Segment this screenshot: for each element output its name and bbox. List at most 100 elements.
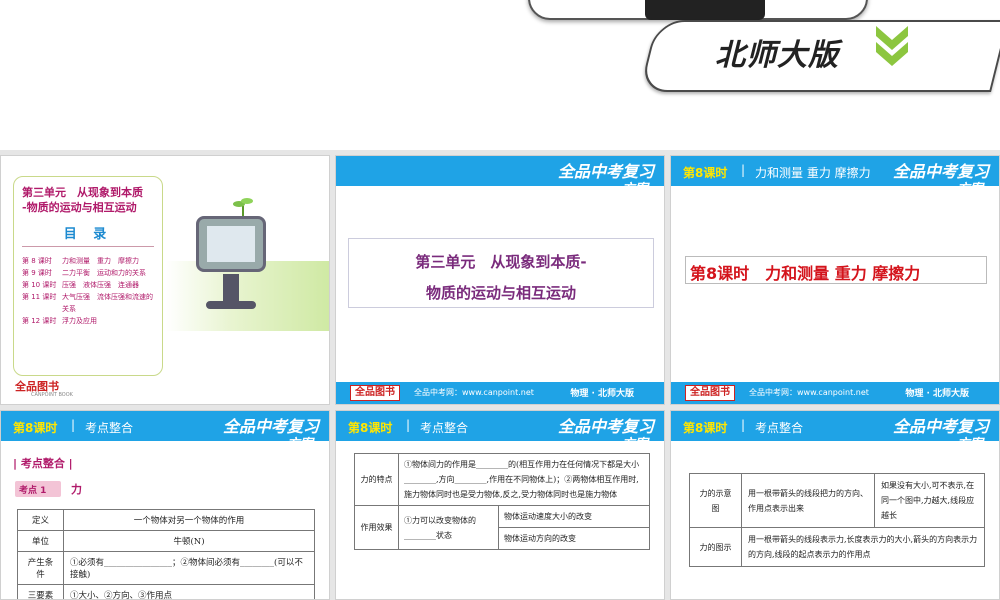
unit-title-line2: 物质的运动与相互运动 — [425, 284, 576, 302]
canpoint-logo-sub: CANPOINT BOOK — [31, 392, 73, 398]
separator: | — [406, 418, 411, 432]
slide-thumbnail-1[interactable]: 第三单元 从现象到本质 -物质的运动与相互运动 目 录 第 8 课时 力和测量 重… — [0, 155, 330, 405]
top-header: 北师大版 — [0, 0, 1000, 150]
unit-title-line1: 第三单元 从现象到本质 — [22, 186, 143, 199]
toc-item[interactable]: 第 9 课时 二力平衡 运动和力的关系 — [22, 267, 154, 279]
toc-item[interactable]: 第 10 课时 压强 液体压强 连通器 — [22, 279, 154, 291]
toc-item-text: 大气压强 流体压强和流速的关系 — [62, 293, 153, 313]
footer-edition: 物理 · 北师大版 — [570, 389, 634, 399]
footer-site: 全品中考网：www.canpoint.net — [749, 388, 869, 397]
toc-item-text: 浮力及应用 — [62, 317, 97, 325]
unit-title-line2: -物质的运动与相互运动 — [22, 201, 137, 214]
page: 北师大版 第三单元 从现象到本质 -物质的运动与相互运动 目 录 第 8 课时力… — [0, 0, 1000, 600]
brand-sub: 方案 — [286, 437, 313, 452]
lesson-label: 第8课时 — [683, 166, 728, 180]
slide-header-bar: 第8课时 | 考点整合 全品中考复习 方案 — [671, 411, 999, 452]
slide-footer: 全品图书 全品中考网：www.canpoint.net 物理 · 北师大版 — [671, 382, 999, 404]
table-key: 单位 — [17, 530, 64, 552]
definition-table: 定义 一个物体对另一个物体的作用 单位 牛顿(N) 产生条件 ①必须有________… — [17, 509, 315, 599]
key-point-badge: 考点 1 — [15, 481, 61, 497]
separator: | — [741, 163, 746, 177]
unit-title-line1: 第三单元 从现象到本质- — [415, 253, 587, 271]
slide-thumbnail-4[interactable]: 第8课时 | 考点整合 全品中考复习 方案 | 考点整合 | 考点 1 力 定义… — [0, 410, 330, 600]
toc-panel: 第三单元 从现象到本质 -物质的运动与相互运动 目 录 第 8 课时 力和测量 重… — [13, 176, 163, 376]
table-value: 牛顿(N) — [63, 530, 315, 552]
table-value: ①大小、②方向、③作用点 — [63, 584, 315, 599]
lesson-title: 第8课时 力和测量 重力 摩擦力 — [685, 256, 987, 284]
topic-label: 考点整合 — [85, 421, 134, 435]
canpoint-logo: 全品图书 — [350, 385, 400, 401]
force-properties-table: 力的特点 ①物体间力的作用是________的(相互作用力在任何情况下都是大小_… — [354, 453, 650, 550]
toc-item-text: 力和测量 重力 摩擦力 — [62, 257, 139, 265]
title-banner — [528, 0, 868, 20]
table-row: 定义 一个物体对另一个物体的作用 — [17, 509, 315, 531]
brand-sub: 方案 — [956, 182, 983, 197]
force-diagram-table: 力的示意图 用一根带箭头的线段把力的方向、作用点表示出来 如果没有大小,可不表示… — [689, 473, 985, 567]
topic-label: 考点整合 — [755, 421, 804, 435]
table-value: 如果没有大小,可不表示,在同一个图中,力越大,线段应越长 — [874, 473, 985, 528]
table-row: 单位 牛顿(N) — [17, 530, 315, 552]
title-banner-graphic — [645, 0, 765, 20]
table-row: 产生条件 ①必须有________________；②物体间必须有________… — [17, 551, 315, 585]
tv-screen — [207, 226, 255, 262]
brand-sub: 方案 — [956, 437, 983, 452]
double-chevron-down-icon — [876, 26, 908, 66]
sprout-icon — [233, 198, 253, 218]
slide-header-bar: 第8课时 | 考点整合 全品中考复习 方案 — [336, 411, 664, 452]
lesson-label: 第8课时 — [683, 421, 728, 435]
table-row: 作用效果 ①力可以改变物体的________状态 物体运动速度大小的改变 — [354, 505, 650, 550]
brand-sub: 方案 — [621, 437, 648, 452]
table-row: 力的特点 ①物体间力的作用是________的(相互作用力在任何情况下都是大小_… — [354, 453, 650, 506]
divider — [22, 246, 154, 247]
tv-stand — [223, 274, 239, 302]
key-point-name: 力 — [71, 483, 82, 496]
toc-item[interactable]: 第 12 课时 浮力及应用 — [22, 315, 154, 327]
separator: | — [71, 418, 76, 432]
toc-item-num: 第 12 课时 — [22, 317, 57, 325]
table-row: 力的图示 用一根带箭头的线段表示力,长度表示力的大小,箭头的方向表示力的方向,线… — [689, 527, 985, 567]
toc-item-num: 第 8 课时 — [22, 257, 52, 265]
table-value: 物体运动方向的改变 — [498, 527, 650, 550]
slide-footer: 全品图书 全品中考网：www.canpoint.net 物理 · 北师大版 — [336, 382, 664, 404]
table-value: ①必须有________________；②物体间必须有________(可以不… — [63, 551, 315, 585]
table-key: 力的示意图 — [689, 473, 742, 528]
table-row: 三要素 ①大小、②方向、③作用点 — [17, 584, 315, 599]
slide-header-bar: 第8课时 | 考点整合 全品中考复习 方案 — [1, 411, 329, 452]
toc-heading: 目 录 — [63, 227, 113, 242]
slide-thumbnail-6[interactable]: 第8课时 | 考点整合 全品中考复习 方案 力的示意图 用一根带箭头的线段把力的… — [670, 410, 1000, 600]
toc-item[interactable]: 第 11 课时 大气压强 流体压强和流速的关系 — [22, 291, 154, 315]
slide-header-bar: 第8课时 | 力和测量 重力 摩擦力 全品中考复习 方案 — [671, 156, 999, 197]
lesson-label: 第8课时 — [348, 421, 393, 435]
toc-item-num: 第 11 课时 — [22, 293, 57, 301]
canpoint-logo: 全品图书 — [685, 385, 735, 401]
table-value: ①力可以改变物体的________状态 — [398, 505, 499, 550]
topic-label: 考点整合 — [420, 421, 469, 435]
toc-item-num: 第 10 课时 — [22, 281, 57, 289]
unit-title-box: 第三单元 从现象到本质- 物质的运动与相互运动 — [348, 238, 654, 308]
toc-item-text: 二力平衡 运动和力的关系 — [62, 269, 146, 277]
edition-label: 北师大版 — [715, 38, 839, 73]
table-value: 用一根带箭头的线段把力的方向、作用点表示出来 — [741, 473, 875, 528]
table-key: 力的图示 — [689, 527, 742, 567]
section-heading: | 考点整合 | — [13, 457, 73, 470]
slide-thumbnail-2[interactable]: 全品中考复习 方案 第三单元 从现象到本质- 物质的运动与相互运动 全品图书 全… — [335, 155, 665, 405]
footer-site: 全品中考网：www.canpoint.net — [414, 388, 534, 397]
slide-thumbnail-5[interactable]: 第8课时 | 考点整合 全品中考复习 方案 力的特点 ①物体间力的作用是____… — [335, 410, 665, 600]
toc-item-text: 压强 液体压强 连通器 — [62, 281, 139, 289]
separator: | — [741, 418, 746, 432]
table-value: 用一根带箭头的线段表示力,长度表示力的大小,箭头的方向表示力的方向,线段的起点表… — [741, 527, 985, 567]
slide-header-bar: 全品中考复习 方案 — [336, 156, 664, 197]
topic-label: 力和测量 重力 摩擦力 — [755, 166, 871, 180]
tv-base — [206, 301, 256, 309]
table-key: 三要素 — [17, 584, 64, 599]
table-value: ①物体间力的作用是________的(相互作用力在任何情况下都是大小______… — [398, 453, 650, 506]
toc-item-num: 第 9 课时 — [22, 269, 52, 277]
table-value: 物体运动速度大小的改变 — [498, 505, 650, 528]
table-row: 力的示意图 用一根带箭头的线段把力的方向、作用点表示出来 如果没有大小,可不表示… — [689, 473, 985, 528]
table-key: 产生条件 — [17, 551, 64, 585]
toc-item[interactable]: 第 8 课时 力和测量 重力 摩擦力 — [22, 255, 154, 267]
footer-edition: 物理 · 北师大版 — [905, 389, 969, 399]
table-key: 作用效果 — [354, 505, 399, 550]
tv-illustration — [196, 216, 266, 272]
slide-thumbnail-3[interactable]: 第8课时 | 力和测量 重力 摩擦力 全品中考复习 方案 第8课时 力和测量 重… — [670, 155, 1000, 405]
